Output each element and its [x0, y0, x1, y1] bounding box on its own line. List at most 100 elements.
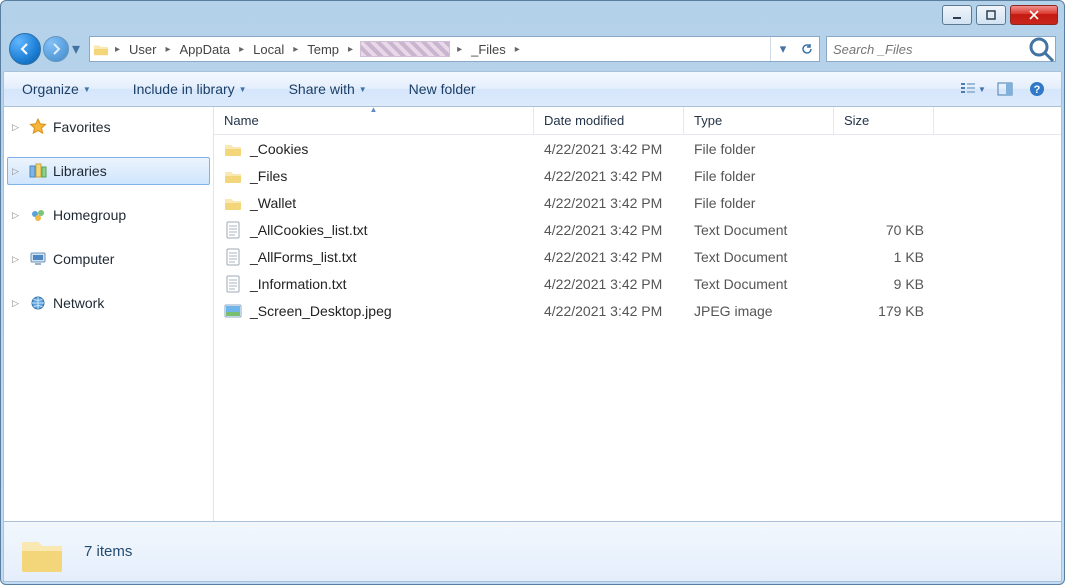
column-size[interactable]: Size	[834, 107, 934, 134]
file-name: _Wallet	[250, 195, 296, 211]
folder-icon	[224, 167, 242, 185]
file-date: 4/22/2021 3:42 PM	[534, 303, 684, 319]
history-dropdown[interactable]: ▾	[69, 36, 83, 62]
tree-item-homegroup[interactable]: ▷ Homegroup	[7, 201, 210, 229]
column-date-label: Date modified	[544, 113, 624, 128]
file-date: 4/22/2021 3:42 PM	[534, 249, 684, 265]
tree-item-libraries[interactable]: ▷ Libraries	[7, 157, 210, 185]
view-options-button[interactable]: ▼	[959, 76, 987, 102]
dropdown-icon: ▼	[978, 85, 986, 94]
dropdown-icon: ▼	[83, 85, 91, 94]
column-name-label: Name	[224, 113, 259, 128]
dropdown-icon: ▼	[359, 85, 367, 94]
file-size: 9 KB	[834, 276, 934, 292]
address-bar[interactable]: ▸ User▸AppData▸Local▸Temp▸▸_Files▸ ▾	[89, 36, 820, 62]
status-text: 7 items	[84, 543, 132, 560]
libraries-icon	[28, 162, 48, 180]
file-date: 4/22/2021 3:42 PM	[534, 168, 684, 184]
toolbar: Organize▼ Include in library ▼ Share with…	[3, 71, 1062, 107]
star-icon	[28, 118, 48, 136]
breadcrumb-segment[interactable]: AppData	[174, 37, 237, 61]
tree-item-label: Homegroup	[53, 207, 126, 223]
file-size: 70 KB	[834, 222, 934, 238]
breadcrumb-segment[interactable]: _Files	[465, 37, 512, 61]
file-type: File folder	[684, 168, 834, 184]
share-with-button[interactable]: Share with▼	[281, 77, 375, 101]
tree-item-network[interactable]: ▷ Network	[7, 289, 210, 317]
expand-icon[interactable]: ▷	[12, 298, 23, 309]
file-name: _AllForms_list.txt	[250, 249, 357, 265]
breadcrumb: User▸AppData▸Local▸Temp▸▸_Files▸	[123, 37, 523, 61]
column-name[interactable]: Name ▲	[214, 107, 534, 134]
file-type: File folder	[684, 195, 834, 211]
address-dropdown[interactable]: ▾	[771, 37, 795, 61]
file-date: 4/22/2021 3:42 PM	[534, 222, 684, 238]
column-date[interactable]: Date modified	[534, 107, 684, 134]
file-size: 1 KB	[834, 249, 934, 265]
chevron-right-icon[interactable]: ▸	[512, 44, 523, 55]
expand-icon[interactable]: ▷	[12, 166, 23, 177]
organize-button[interactable]: Organize▼	[14, 77, 99, 101]
chevron-right-icon[interactable]: ▸	[454, 44, 465, 55]
title-bar	[1, 1, 1064, 31]
file-type: JPEG image	[684, 303, 834, 319]
file-row[interactable]: _Wallet4/22/2021 3:42 PMFile folder	[214, 189, 1061, 216]
navigation-tree[interactable]: ▷Favorites▷Libraries▷Homegroup▷Computer▷…	[4, 107, 214, 521]
nav-bar: ▾ ▸ User▸AppData▸Local▸Temp▸▸_Files▸ ▾	[9, 31, 1056, 67]
chevron-right-icon[interactable]: ▸	[345, 44, 356, 55]
back-button[interactable]	[9, 33, 41, 65]
chevron-right-icon[interactable]: ▸	[236, 44, 247, 55]
file-type: Text Document	[684, 249, 834, 265]
dropdown-icon: ▼	[239, 85, 247, 94]
breadcrumb-segment[interactable]: Local	[247, 37, 290, 61]
explorer-window: ▾ ▸ User▸AppData▸Local▸Temp▸▸_Files▸ ▾	[0, 0, 1065, 585]
maximize-button[interactable]	[976, 5, 1006, 25]
search-input[interactable]	[827, 42, 1027, 57]
refresh-button[interactable]	[795, 37, 819, 61]
sort-indicator-icon: ▲	[370, 107, 378, 114]
file-row[interactable]: _Files 4/22/2021 3:42 PMFile folder	[214, 162, 1061, 189]
chevron-right-icon[interactable]: ▸	[112, 44, 123, 55]
homegroup-icon	[28, 206, 48, 224]
file-row[interactable]: _Information.txt4/22/2021 3:42 PMText Do…	[214, 270, 1061, 297]
file-type: Text Document	[684, 276, 834, 292]
file-date: 4/22/2021 3:42 PM	[534, 276, 684, 292]
preview-pane-button[interactable]	[991, 76, 1019, 102]
breadcrumb-segment[interactable]: Temp	[301, 37, 345, 61]
file-row[interactable]: _Cookies4/22/2021 3:42 PMFile folder	[214, 135, 1061, 162]
svg-text:?: ?	[1034, 84, 1041, 96]
column-size-label: Size	[844, 113, 869, 128]
search-icon[interactable]	[1027, 37, 1055, 61]
network-icon	[28, 294, 48, 312]
tree-item-label: Network	[53, 295, 104, 311]
image-icon	[224, 302, 242, 320]
file-type: File folder	[684, 141, 834, 157]
minimize-button[interactable]	[942, 5, 972, 25]
file-row[interactable]: _AllCookies_list.txt4/22/2021 3:42 PMTex…	[214, 216, 1061, 243]
tree-item-computer[interactable]: ▷ Computer	[7, 245, 210, 273]
chevron-right-icon[interactable]: ▸	[162, 44, 173, 55]
computer-icon	[28, 250, 48, 268]
expand-icon[interactable]: ▷	[12, 254, 23, 265]
breadcrumb-segment[interactable]: User	[123, 37, 162, 61]
forward-button[interactable]	[43, 36, 69, 62]
file-name: _Screen_Desktop.jpeg	[250, 303, 392, 319]
expand-icon[interactable]: ▷	[12, 122, 23, 133]
search-box[interactable]	[826, 36, 1056, 62]
include-in-library-button[interactable]: Include in library ▼	[125, 77, 255, 101]
tree-item-label: Computer	[53, 251, 114, 267]
help-button[interactable]: ?	[1023, 76, 1051, 102]
nav-buttons: ▾	[9, 33, 83, 65]
close-button[interactable]	[1010, 5, 1058, 25]
file-rows[interactable]: _Cookies4/22/2021 3:42 PMFile folder_Fil…	[214, 135, 1061, 521]
new-folder-button[interactable]: New folder	[401, 77, 484, 101]
tree-item-favorites[interactable]: ▷Favorites	[7, 113, 210, 141]
column-type[interactable]: Type	[684, 107, 834, 134]
chevron-right-icon[interactable]: ▸	[290, 44, 301, 55]
file-row[interactable]: _AllForms_list.txt 4/22/2021 3:42 PMText …	[214, 243, 1061, 270]
file-name: _Files	[250, 168, 287, 184]
file-row[interactable]: _Screen_Desktop.jpeg 4/22/2021 3:42 PMJPE…	[214, 297, 1061, 324]
expand-icon[interactable]: ▷	[12, 210, 23, 221]
include-label: Include in library	[133, 81, 235, 97]
tree-item-label: Libraries	[53, 163, 107, 179]
